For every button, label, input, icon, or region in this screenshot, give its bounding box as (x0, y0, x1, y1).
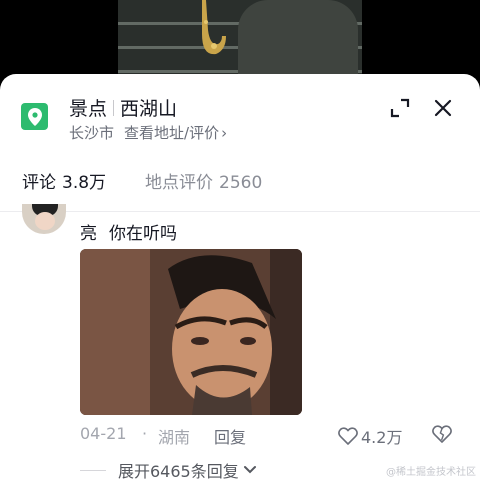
poi-subtitle[interactable]: 长沙市 查看地址/评价 › (69, 122, 227, 143)
watermark: @稀土掘金技术社区 (386, 467, 476, 478)
avatar[interactable] (22, 204, 66, 234)
title-divider (113, 99, 115, 116)
poi-header[interactable]: 景点 西湖山 长沙市 查看地址/评价 › (0, 74, 480, 160)
expand-icon[interactable] (390, 98, 410, 118)
saxophone-image (202, 0, 226, 55)
chevron-down-icon (243, 466, 256, 474)
expand-replies-button[interactable]: 展开6465条回复 (80, 460, 257, 480)
reply-button[interactable]: 回复 (214, 424, 246, 448)
comment-item: 亮你在听吗 04-21 · 湖南 回复 4.2万 展开6465条回复 (0, 204, 480, 480)
tab-place-reviews[interactable]: 地点评价 2560 (145, 168, 262, 193)
meta-separator: · (142, 424, 148, 443)
poi-title: 景点 西湖山 (69, 94, 177, 121)
dislike-heart-icon[interactable] (432, 425, 452, 443)
expand-replies-label: 展开6465条回复 (118, 462, 239, 480)
tab-comments-count: 3.8万 (62, 173, 107, 193)
comment-header: 亮你在听吗 (80, 219, 177, 244)
comment-location: 湖南 (158, 428, 191, 447)
map-pin-icon (21, 103, 48, 130)
close-icon[interactable] (432, 97, 454, 119)
heart-icon (338, 427, 358, 445)
replies-divider (80, 469, 106, 471)
comment-date: 04-21 (80, 424, 127, 443)
tab-place-reviews-label: 地点评价 (145, 173, 213, 193)
comment-text: 你在听吗 (109, 224, 177, 244)
tab-comments-label: 评论 (22, 173, 56, 193)
comment-author[interactable]: 亮 (80, 224, 97, 244)
chevron-right-icon: › (221, 123, 228, 142)
comment-meta: 04-21 · 湖南 回复 4.2万 (80, 424, 460, 448)
meme-image[interactable] (80, 249, 302, 415)
tab-comments[interactable]: 评论 3.8万 (22, 168, 106, 193)
address-link[interactable]: 查看地址/评价 (124, 122, 219, 143)
comment-sheet: 景点 西湖山 长沙市 查看地址/评价 › 评论 3.8万 地点评价 2560 亮… (0, 74, 480, 480)
poi-category: 景点 (69, 98, 108, 120)
poi-name: 西湖山 (120, 98, 178, 120)
tab-place-reviews-count: 2560 (219, 173, 263, 193)
like-count: 4.2万 (361, 428, 403, 447)
poi-city: 长沙市 (69, 124, 115, 142)
tab-bar: 评论 3.8万 地点评价 2560 (0, 164, 480, 204)
like-button[interactable]: 4.2万 (338, 424, 402, 448)
